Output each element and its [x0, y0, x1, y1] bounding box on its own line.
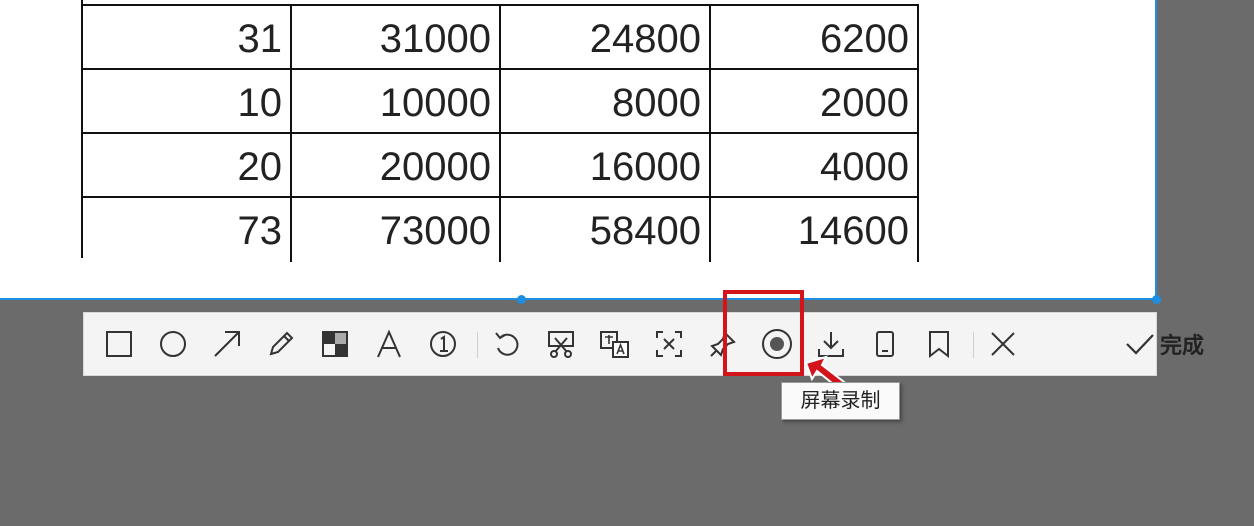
text-icon	[377, 329, 401, 358]
table-cell: 24800	[501, 6, 711, 70]
ellipse-tool[interactable]	[156, 327, 190, 361]
table-cell: 20000	[292, 134, 501, 198]
ellipse-icon	[160, 331, 186, 357]
arrow-icon	[214, 331, 240, 357]
mosaic-icon	[322, 331, 348, 357]
phone-icon	[876, 331, 894, 357]
table-cell: 8000	[501, 70, 711, 134]
phone-tool[interactable]	[868, 327, 902, 361]
arrow-tool[interactable]	[210, 327, 244, 361]
table-cell: 58400	[501, 198, 711, 262]
screenshot-selection-area[interactable]: 31 31000 24800 6200 10 10000 8000 2000 20 20000 16…	[0, 0, 1157, 300]
done-button[interactable]: 完成	[1124, 327, 1224, 361]
translate-tool[interactable]	[598, 327, 632, 361]
number-marker-icon	[430, 331, 456, 357]
table-cell: 4000	[711, 134, 919, 198]
rectangle-icon	[106, 331, 132, 357]
cutout-icon	[548, 331, 574, 358]
selection-handle-bottom[interactable]	[517, 295, 526, 304]
text-tool[interactable]	[372, 327, 406, 361]
table-cell: 73000	[292, 198, 501, 262]
mosaic-tool[interactable]	[318, 327, 352, 361]
translate-icon	[600, 331, 629, 358]
highlight-box	[723, 290, 804, 376]
undo-icon	[495, 332, 519, 356]
pencil-tool[interactable]	[264, 327, 298, 361]
ocr-tool[interactable]	[652, 327, 686, 361]
table-cell: 31000	[292, 6, 501, 70]
ocr-icon	[656, 331, 682, 357]
table-cell: 16000	[501, 134, 711, 198]
tooltip: 屏幕录制	[781, 382, 900, 420]
rectangle-tool[interactable]	[102, 327, 136, 361]
table-cell: 20	[81, 134, 292, 198]
undo-tool[interactable]	[490, 327, 524, 361]
table-cell: 14600	[711, 198, 919, 262]
done-label: 完成	[1160, 333, 1205, 358]
table-row: 73 73000 58400 14600	[81, 196, 919, 262]
bookmark-icon	[929, 331, 949, 359]
table-cell: 10	[81, 70, 292, 134]
pencil-icon	[269, 331, 294, 356]
spreadsheet-table: 31 31000 24800 6200 10 10000 8000 2000 20 20000 16…	[81, 0, 919, 262]
screenshot-toolbar: 完成	[83, 312, 1204, 376]
close-icon	[991, 332, 1015, 356]
cutout-tool[interactable]	[544, 327, 578, 361]
table-cell: 2000	[711, 70, 919, 134]
table-row: 20 20000 16000 4000	[81, 132, 919, 198]
toolbar-separator	[477, 332, 478, 358]
table-cell: 6200	[711, 6, 919, 70]
bookmark-tool[interactable]	[922, 327, 956, 361]
table-cell: 73	[81, 198, 292, 262]
close-button[interactable]	[986, 327, 1020, 361]
table-row: 31 31000 24800 6200	[81, 4, 919, 70]
table-cell: 10000	[292, 70, 501, 134]
table-cell: 31	[81, 6, 292, 70]
toolbar-separator	[973, 332, 974, 358]
selection-handle-bottom-right[interactable]	[1152, 295, 1161, 304]
check-icon	[1126, 334, 1154, 355]
table-row: 10 10000 8000 2000	[81, 68, 919, 134]
number-marker-tool[interactable]	[426, 327, 460, 361]
